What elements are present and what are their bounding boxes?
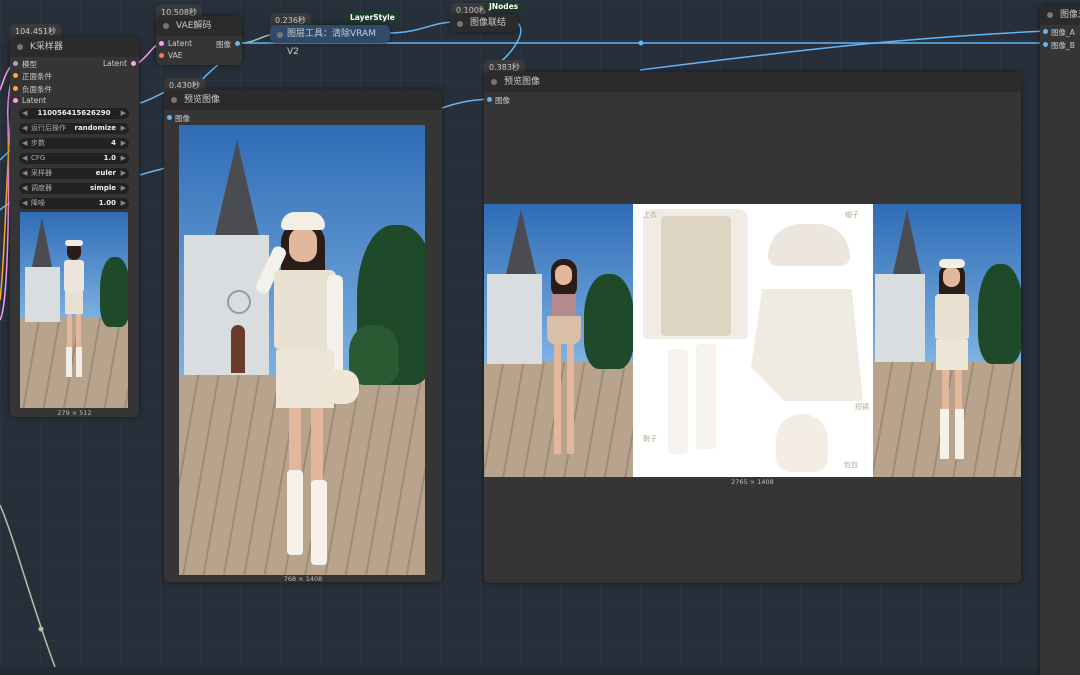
widget-value: euler <box>95 169 116 177</box>
image-concat-node[interactable]: 图像联结 <box>450 14 518 32</box>
jnodes-badge: JNodes <box>484 1 524 12</box>
widget-label: 采样器 <box>31 169 52 177</box>
latent-input-port[interactable] <box>159 41 164 46</box>
model-input-label: 模型 <box>22 60 37 69</box>
image-output-port[interactable] <box>235 41 240 46</box>
latent-input-port[interactable] <box>13 98 18 103</box>
negative-input-port[interactable] <box>13 86 18 91</box>
label-boots: 靴子 <box>643 435 657 443</box>
concat-outfit-flatlay: 上衣 帽子 短裙 靴子 包包 <box>633 204 873 477</box>
widget-label: 调度器 <box>31 184 52 192</box>
ksampler-title[interactable]: K采样器 <box>10 37 139 57</box>
negative-input-label: 负面条件 <box>22 85 52 94</box>
vae-input-port[interactable] <box>159 53 164 58</box>
denoise-widget[interactable]: ◀ 降噪 1.00 ▶ <box>19 198 129 209</box>
image-input-label: 图像 <box>175 114 190 123</box>
seed-widget[interactable]: ◀ 110056415626290 ▶ <box>19 108 129 119</box>
seed-value: 110056415626290 <box>37 109 111 117</box>
label-top: 上衣 <box>643 211 657 219</box>
steps-widget[interactable]: ◀ 步数 4 ▶ <box>19 138 129 149</box>
ksampler-preview-size: 279 × 512 <box>57 409 92 417</box>
preview1-image <box>179 125 425 575</box>
layerstyle-badge: LayerStyle <box>345 12 400 23</box>
vae-decode-title[interactable]: VAE解码 <box>156 16 242 36</box>
image-concat-title[interactable]: 图像联结 <box>450 14 518 32</box>
positive-input-label: 正面条件 <box>22 72 52 81</box>
label-skirt: 短裙 <box>855 403 869 411</box>
vae-input-label: VAE <box>168 51 183 60</box>
cfg-widget[interactable]: ◀ CFG 1.0 ▶ <box>19 153 129 164</box>
latent-input-label: Latent <box>22 96 47 105</box>
widget-value: simple <box>89 184 116 192</box>
widget-label: 降噪 <box>31 199 45 207</box>
preview2-node[interactable]: 预览图像 图像 上衣 帽子 短裙 靴子 包包 2765 × 1408 <box>484 72 1021 583</box>
image-compare-title[interactable]: 图像对 <box>1040 5 1080 25</box>
widget-value: 4 <box>111 139 116 147</box>
scheduler-widget[interactable]: ◀ 调度器 simple ▶ <box>19 183 129 194</box>
concat-result-photo <box>873 204 1021 477</box>
image-input-port[interactable] <box>167 115 172 120</box>
widget-label: 步数 <box>31 139 45 147</box>
image-input-label: 图像 <box>495 96 510 105</box>
preview2-size: 2765 × 1408 <box>731 478 774 486</box>
preview2-title[interactable]: 预览图像 <box>484 72 1021 92</box>
widget-label: CFG <box>31 154 46 162</box>
image-compare-node[interactable]: 图像对 图像_A 图像_B <box>1040 5 1080 675</box>
preview1-size: 768 × 1408 <box>283 575 323 583</box>
concat-source-photo <box>484 204 633 477</box>
image-input-port[interactable] <box>487 97 492 102</box>
ksampler-preview-image <box>20 212 128 408</box>
preview1-title[interactable]: 预览图像 <box>164 90 442 110</box>
layer-tool-node[interactable]: 图层工具：清除VRAM V2 <box>270 25 390 57</box>
positive-input-port[interactable] <box>13 73 18 78</box>
image-b-input-port[interactable] <box>1043 42 1048 47</box>
latent-input-label: Latent <box>168 39 193 48</box>
label-hat: 帽子 <box>845 211 859 219</box>
image-a-input-label: 图像_A <box>1051 28 1075 37</box>
image-output-label: 图像 <box>216 40 231 49</box>
label-bag: 包包 <box>844 461 858 469</box>
preview1-node[interactable]: 预览图像 图像 768 × 1408 <box>164 90 442 583</box>
vae-decode-node[interactable]: VAE解码 Latent VAE 图像 <box>156 16 242 65</box>
widget-value: randomize <box>74 124 117 132</box>
image-a-input-port[interactable] <box>1043 29 1048 34</box>
sampler-widget[interactable]: ◀ 采样器 euler ▶ <box>19 168 129 179</box>
layer-tool-title[interactable]: 图层工具：清除VRAM V2 <box>270 25 390 57</box>
image-b-input-label: 图像_B <box>1051 41 1075 50</box>
widget-value: 1.0 <box>103 154 116 162</box>
model-input-port[interactable] <box>13 61 18 66</box>
widget-label: 运行后操作 <box>31 124 66 132</box>
ksampler-node[interactable]: K采样器 模型 正面条件 负面条件 Latent Latent ◀ 1100564… <box>10 37 139 417</box>
latent-output-port[interactable] <box>131 61 136 66</box>
widget-value: 1.00 <box>98 199 116 207</box>
latent-output-label: Latent <box>102 59 127 68</box>
control-after-generate-widget[interactable]: ◀ 运行后操作 randomize ▶ <box>19 123 129 134</box>
